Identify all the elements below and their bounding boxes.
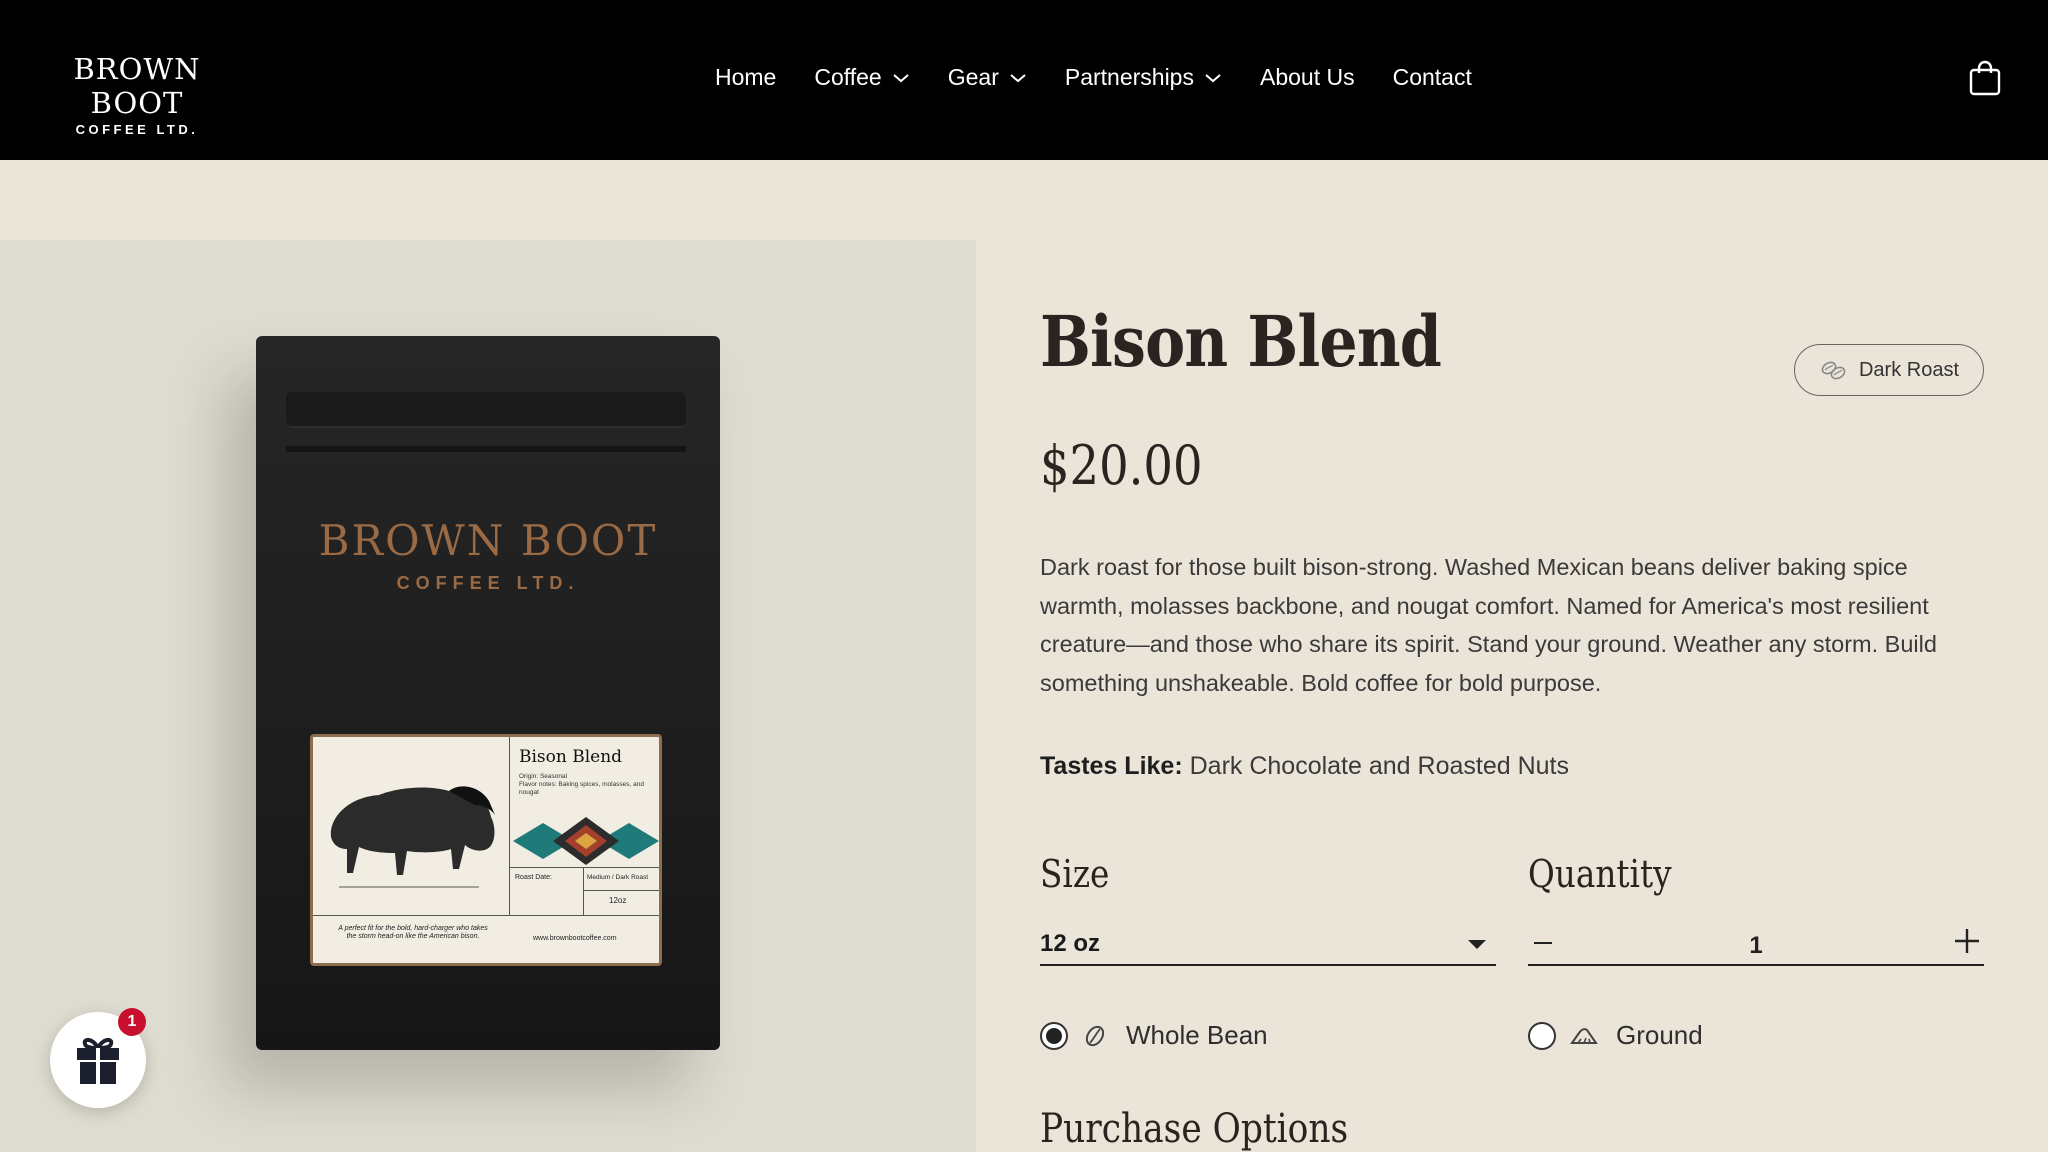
label-tagline: A perfect fit for the bold, hard-charger… bbox=[338, 925, 488, 940]
logo-main-text: BROWN BOOT bbox=[73, 52, 201, 120]
nav-item-contact[interactable]: Contact bbox=[1393, 64, 1472, 91]
shopping-bag-icon[interactable] bbox=[1968, 60, 2002, 96]
label-divider bbox=[583, 890, 659, 891]
grind-option-whole-bean[interactable]: Whole Bean bbox=[1040, 1020, 1268, 1051]
nav-item-gear[interactable]: Gear bbox=[948, 64, 1027, 91]
nav-item-label: About Us bbox=[1259, 64, 1355, 90]
label-flavor-notes: Flavor notes: Baking spices, molasses, a… bbox=[519, 781, 645, 796]
chevron-down-icon bbox=[1205, 73, 1221, 82]
product-price: $20.00 bbox=[1040, 434, 1203, 497]
bag-brand-main: BROWN BOOT bbox=[318, 516, 658, 565]
radio-button[interactable] bbox=[1040, 1021, 1068, 1050]
tastes-like-label: Tastes Like: bbox=[1040, 752, 1183, 780]
size-select-value: 12 oz bbox=[1040, 930, 1101, 957]
gift-icon bbox=[77, 1037, 119, 1084]
caret-down-icon bbox=[1468, 940, 1486, 949]
label-divider bbox=[583, 868, 584, 916]
product-title: Bison Blend bbox=[1040, 300, 1442, 383]
tastes-like-value: Dark Chocolate and Roasted Nuts bbox=[1189, 752, 1569, 780]
roast-level-badge: Dark Roast bbox=[1794, 344, 1984, 396]
bag-seal bbox=[286, 392, 686, 428]
quantity-label: Quantity bbox=[1528, 852, 1672, 896]
bag-brand: BROWN BOOT COFFEE LTD. bbox=[256, 516, 720, 594]
label-details: Origin: Seasonal Flavor notes: Baking sp… bbox=[519, 773, 659, 797]
nav-item-label: Coffee bbox=[814, 64, 882, 90]
size-label: Size bbox=[1040, 852, 1110, 896]
label-url: www.brownbootcoffee.com bbox=[533, 935, 617, 942]
chevron-down-icon bbox=[1010, 73, 1026, 82]
label-title: Bison Blend bbox=[519, 747, 623, 767]
bison-illustration-icon bbox=[330, 786, 495, 888]
nav-item-partnerships[interactable]: Partnerships bbox=[1065, 64, 1222, 91]
quantity-stepper: 1 bbox=[1528, 922, 1984, 966]
bag-label: Bison Blend Origin: Seasonal Flavor note… bbox=[310, 734, 662, 966]
main-nav: Home Coffee Gear Partnerships About Us C… bbox=[715, 64, 1510, 91]
radio-button[interactable] bbox=[1528, 1021, 1556, 1050]
grind-option-label: Whole Bean bbox=[1126, 1020, 1268, 1050]
bag-brand-sub: COFFEE LTD. bbox=[396, 573, 580, 593]
nav-item-about-us[interactable]: About Us bbox=[1260, 64, 1355, 91]
site-header: BROWN BOOT COFFEE LTD. Home Coffee Gear … bbox=[0, 0, 2048, 160]
quantity-value[interactable]: 1 bbox=[1528, 932, 1984, 960]
nav-item-home[interactable]: Home bbox=[715, 64, 776, 91]
nav-item-label: Partnerships bbox=[1064, 64, 1194, 90]
purchase-options-heading: Purchase Options bbox=[1040, 1106, 1349, 1152]
roast-badge-label: Dark Roast bbox=[1858, 358, 1960, 381]
grind-option-label: Ground bbox=[1616, 1020, 1703, 1050]
product-image-panel: BROWN BOOT COFFEE LTD. Bison Blend Origi… bbox=[0, 240, 976, 1152]
nav-item-label: Gear bbox=[947, 64, 999, 90]
coffee-beans-icon bbox=[1821, 361, 1846, 380]
label-roast-date: Roast Date: bbox=[515, 874, 552, 881]
nav-item-coffee[interactable]: Coffee bbox=[814, 64, 909, 91]
size-select[interactable]: 12 oz bbox=[1040, 922, 1496, 966]
notification-badge: 1 bbox=[118, 1008, 146, 1036]
tastes-like: Tastes Like: Dark Chocolate and Roasted … bbox=[1040, 752, 1569, 781]
chevron-down-icon bbox=[893, 73, 909, 82]
logo-sub-text: COFFEE LTD. bbox=[75, 122, 199, 137]
ground-coffee-icon bbox=[1570, 1027, 1598, 1044]
label-info-grid: Roast Date: Medium / Dark Roast 12oz bbox=[509, 867, 659, 916]
coffee-bag-image: BROWN BOOT COFFEE LTD. Bison Blend Origi… bbox=[256, 336, 720, 1050]
coffee-bean-icon bbox=[1085, 1025, 1105, 1046]
label-origin: Origin: Seasonal bbox=[519, 773, 568, 780]
plus-icon[interactable] bbox=[1954, 928, 1980, 954]
label-size: 12oz bbox=[609, 896, 627, 905]
grind-option-ground[interactable]: Ground bbox=[1528, 1020, 1703, 1051]
bag-seal-line bbox=[286, 446, 686, 452]
nav-item-label: Home bbox=[715, 64, 777, 90]
label-roast-level: Medium / Dark Roast bbox=[587, 874, 649, 881]
nav-item-label: Contact bbox=[1392, 64, 1472, 90]
site-logo[interactable]: BROWN BOOT COFFEE LTD. bbox=[32, 52, 242, 137]
product-description: Dark roast for those built bison-strong.… bbox=[1040, 554, 1937, 696]
southwest-pattern-icon bbox=[513, 817, 659, 865]
label-divider bbox=[313, 915, 659, 916]
